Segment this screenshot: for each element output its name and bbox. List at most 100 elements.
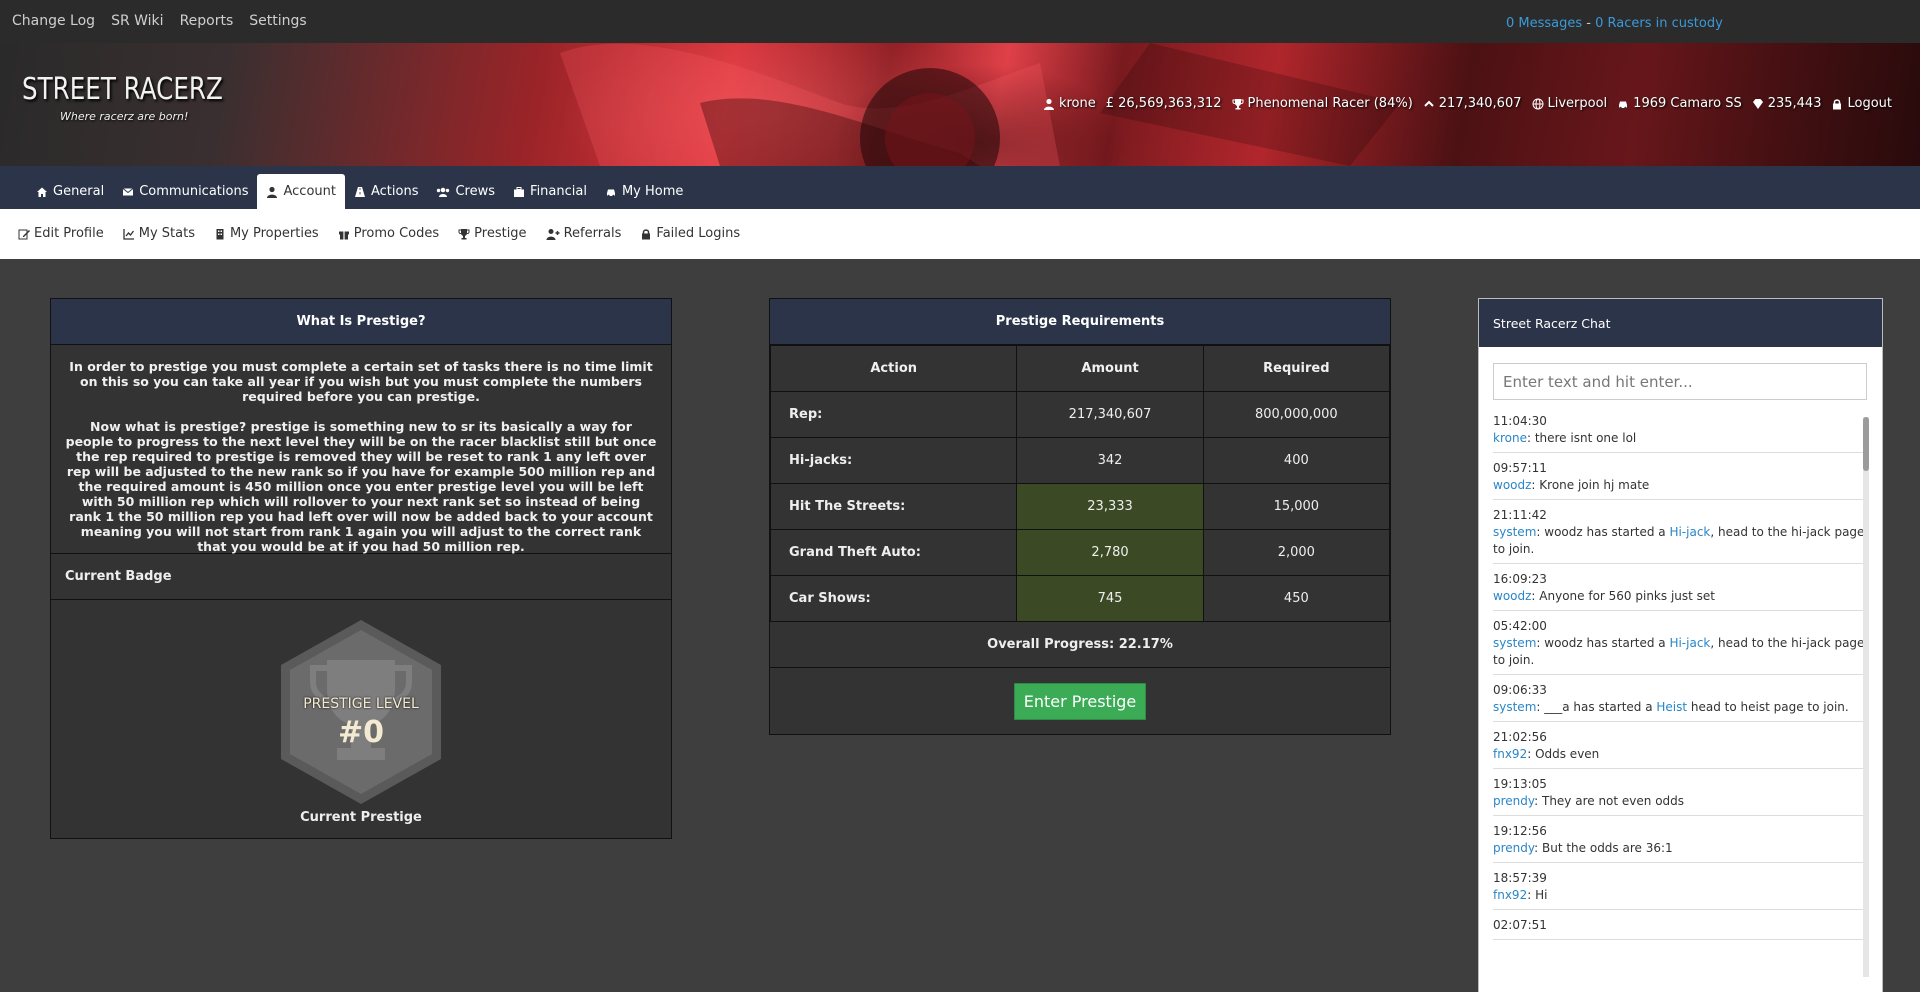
column-header: Action xyxy=(769,345,1018,392)
subnav-edit-profile[interactable]: Edit Profile xyxy=(18,226,104,241)
rep-item: 217,340,607 xyxy=(1423,96,1522,111)
tab-label: Financial xyxy=(530,184,587,199)
message-time: 02:07:51 xyxy=(1493,918,1547,932)
message-user[interactable]: fnx92 xyxy=(1493,747,1527,761)
prestige-badge-icon: PRESTIGE LEVEL #0 xyxy=(281,620,441,804)
chat-message: 21:11:42 system: woodz has started a Hi-… xyxy=(1493,507,1869,564)
city-value: Liverpool xyxy=(1547,96,1608,111)
overall-progress: Overall Progress: 22.17% xyxy=(770,622,1390,668)
table-row: Rep: 217,340,607 800,000,000 xyxy=(769,391,1391,438)
briefcase-icon xyxy=(514,186,525,197)
tab-general[interactable]: General xyxy=(27,174,113,209)
amount-cell: 342 xyxy=(1016,437,1204,484)
message-link[interactable]: Hi-jack xyxy=(1669,636,1710,650)
subnav-my-properties[interactable]: My Properties xyxy=(214,226,319,241)
message-user[interactable]: system xyxy=(1493,525,1536,539)
message-user[interactable]: woodz xyxy=(1493,478,1531,492)
action-cell: Car Shows: xyxy=(769,575,1018,622)
chat-scrollbar[interactable] xyxy=(1863,417,1869,977)
requirements-table: Action Amount Required Rep: 217,340,607 … xyxy=(769,345,1391,622)
enter-prestige-button[interactable]: Enter Prestige xyxy=(1013,682,1147,720)
table-row: Grand Theft Auto: 2,780 2,000 xyxy=(769,529,1391,576)
scrollbar-thumb[interactable] xyxy=(1863,417,1869,471)
subnav-label: Prestige xyxy=(474,226,527,241)
message-time: 21:02:56 xyxy=(1493,730,1547,744)
messages-link[interactable]: 0 Messages xyxy=(1506,16,1582,31)
tab-actions[interactable]: Actions xyxy=(345,174,428,209)
chat-messages: 11:04:30 krone: there isnt one lol 09:57… xyxy=(1493,413,1869,992)
message-user[interactable]: prendy xyxy=(1493,841,1534,855)
chart-icon xyxy=(123,228,134,240)
building-icon xyxy=(216,228,224,239)
message-time: 16:09:23 xyxy=(1493,572,1547,586)
message-time: 19:12:56 xyxy=(1493,824,1547,838)
message-user[interactable]: system xyxy=(1493,700,1536,714)
prestige-description: In order to prestige you must complete a… xyxy=(51,345,671,554)
subnav-referrals[interactable]: Referrals xyxy=(546,226,621,241)
message-user[interactable]: fnx92 xyxy=(1493,888,1527,902)
cash-item: £ 26,569,363,312 xyxy=(1106,96,1222,111)
car-item[interactable]: 1969 Camaro SS xyxy=(1617,96,1742,111)
description-paragraph: Now what is prestige? prestige is someth… xyxy=(65,419,657,554)
chat-message: 16:09:23 woodz: Anyone for 560 pinks jus… xyxy=(1493,571,1869,611)
message-user[interactable]: krone xyxy=(1493,431,1527,445)
required-cell: 15,000 xyxy=(1202,483,1391,530)
subnav-prestige[interactable]: Prestige xyxy=(458,226,527,241)
tab-financial[interactable]: Financial xyxy=(504,174,596,209)
message-text: head to heist page to join. xyxy=(1687,700,1849,714)
tab-label: Crews xyxy=(455,184,496,199)
required-cell: 450 xyxy=(1202,575,1391,622)
badge-line-1: PRESTIGE LEVEL xyxy=(303,696,419,712)
tab-account[interactable]: Account xyxy=(257,174,345,209)
message-text: Krone join hj mate xyxy=(1539,478,1650,492)
action-cell: Hi-jacks: xyxy=(769,437,1018,484)
trophy-icon xyxy=(1232,98,1244,109)
tab-label: Account xyxy=(283,184,336,199)
custody-link[interactable]: 0 Racers in custody xyxy=(1595,16,1723,31)
description-paragraph: In order to prestige you must complete a… xyxy=(69,359,653,404)
tab-communications[interactable]: Communications xyxy=(113,174,257,209)
top-bar: Change Log SR Wiki Reports Settings 0 Me… xyxy=(0,0,1920,43)
message-user[interactable]: prendy xyxy=(1493,794,1534,808)
sub-nav: Edit Profile My Stats My Properties Prom… xyxy=(0,209,1920,259)
changelog-link[interactable]: Change Log xyxy=(12,13,95,29)
notif-separator: - xyxy=(1582,16,1596,31)
diamond-icon xyxy=(1752,98,1763,109)
city-item[interactable]: Liverpool xyxy=(1532,96,1608,111)
rep-value: 217,340,607 xyxy=(1438,96,1522,111)
tab-my-home[interactable]: My Home xyxy=(596,174,692,209)
chat-message: 09:57:11 woodz: Krone join hj mate xyxy=(1493,460,1869,500)
subnav-label: Promo Codes xyxy=(353,226,440,241)
logout-button[interactable]: Logout xyxy=(1831,96,1892,111)
car-value: 1969 Camaro SS xyxy=(1633,96,1742,111)
tab-label: General xyxy=(53,184,105,199)
message-time: 09:57:11 xyxy=(1493,461,1547,475)
subnav-failed-logins[interactable]: Failed Logins xyxy=(640,226,740,241)
message-link[interactable]: Heist xyxy=(1656,700,1687,714)
subnav-promo-codes[interactable]: Promo Codes xyxy=(338,226,439,241)
site-logo[interactable]: STREET RACERZ Where racerz are born! xyxy=(22,72,267,123)
chat-message: 19:12:56 prendy: But the odds are 36:1 xyxy=(1493,823,1869,863)
message-user[interactable]: woodz xyxy=(1493,589,1531,603)
globe-icon xyxy=(1532,98,1543,109)
settings-link[interactable]: Settings xyxy=(249,13,306,29)
message-link[interactable]: Hi-jack xyxy=(1669,525,1710,539)
message-time: 21:11:42 xyxy=(1493,508,1547,522)
lock-icon xyxy=(642,228,651,239)
chat-input[interactable]: Enter text and hit enter... xyxy=(1493,363,1867,400)
lock-icon xyxy=(1833,98,1842,109)
message-user[interactable]: system xyxy=(1493,636,1536,650)
reports-link[interactable]: Reports xyxy=(180,13,234,29)
wiki-link[interactable]: SR Wiki xyxy=(111,13,164,29)
chevron-up-icon xyxy=(1424,100,1434,107)
user-plus-icon xyxy=(546,228,560,240)
top-links: Change Log SR Wiki Reports Settings xyxy=(12,13,307,29)
tab-label: Actions xyxy=(370,184,419,199)
chat-message: 19:13:05 prendy: They are not even odds xyxy=(1493,776,1869,816)
user-name-item[interactable]: krone xyxy=(1043,96,1096,111)
table-row: Hi-jacks: 342 400 xyxy=(769,437,1391,484)
tab-crews[interactable]: Crews xyxy=(427,174,504,209)
chat-message: 02:07:51 xyxy=(1493,917,1869,940)
subnav-my-stats[interactable]: My Stats xyxy=(123,226,195,241)
chat-message: 18:57:39 fnx92: Hi xyxy=(1493,870,1869,910)
